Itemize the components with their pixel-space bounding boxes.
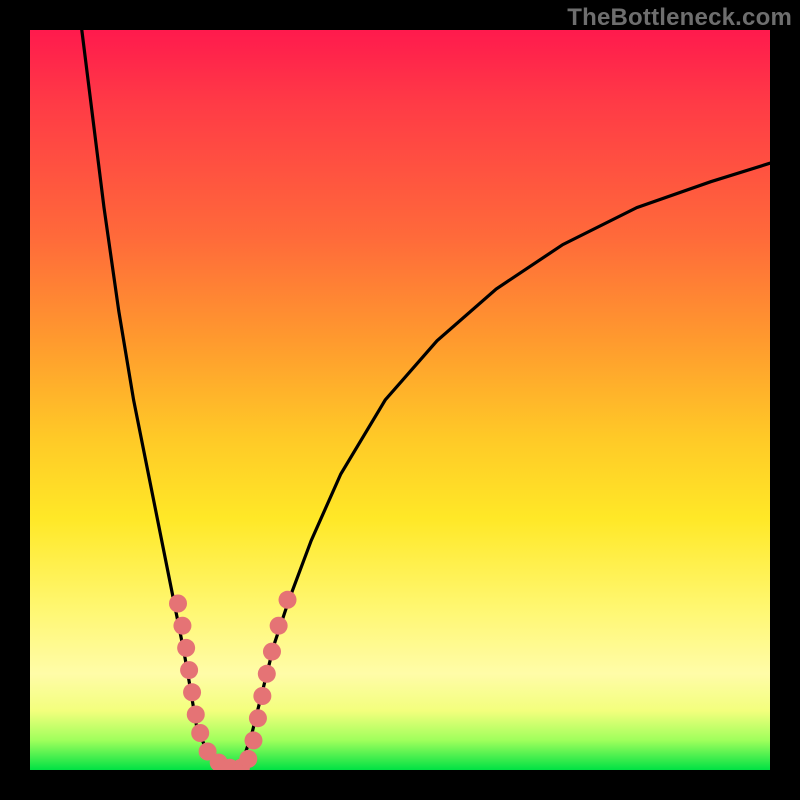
data-marker — [180, 661, 198, 679]
data-marker — [270, 617, 288, 635]
right-branch-curve — [237, 163, 770, 770]
data-marker — [191, 724, 209, 742]
outer-frame: TheBottleneck.com — [0, 0, 800, 800]
data-marker — [187, 706, 205, 724]
data-marker — [239, 750, 257, 768]
data-marker — [177, 639, 195, 657]
data-marker — [183, 683, 201, 701]
left-branch-curve — [82, 30, 237, 770]
data-marker — [253, 687, 271, 705]
chart-svg — [30, 30, 770, 770]
data-marker — [279, 591, 297, 609]
data-marker — [244, 731, 262, 749]
data-marker — [173, 617, 191, 635]
data-marker — [169, 595, 187, 613]
data-marker — [258, 665, 276, 683]
watermark-text: TheBottleneck.com — [567, 4, 792, 32]
data-marker — [263, 643, 281, 661]
data-marker — [249, 709, 267, 727]
curve-layer — [82, 30, 770, 770]
